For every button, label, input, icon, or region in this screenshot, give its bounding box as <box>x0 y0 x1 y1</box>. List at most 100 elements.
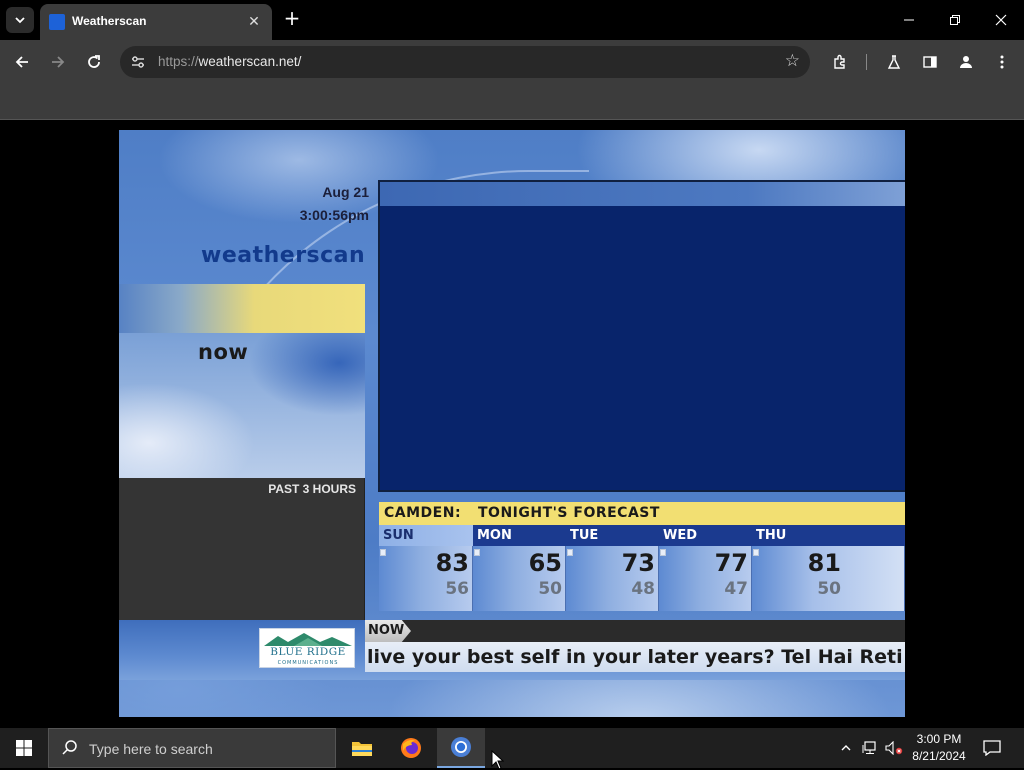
address-bar[interactable]: https://weatherscan.net/ ☆ <box>120 46 810 78</box>
time-display: 3:00:56pm <box>299 207 369 223</box>
sponsor-name: BLUE RIDGE <box>270 646 346 658</box>
reload-button[interactable] <box>82 50 106 74</box>
broken-weather-icon <box>753 549 759 556</box>
weather-channel-favicon-icon <box>49 14 65 30</box>
network-icon <box>862 741 876 754</box>
firefox-icon <box>401 738 421 758</box>
forward-button[interactable] <box>46 50 70 74</box>
browser-tab[interactable]: Weatherscan ✕ <box>40 4 272 40</box>
forecast-city: CAMDEN: <box>384 505 462 521</box>
ticker-header: NOW <box>365 620 905 642</box>
tab-title: Weatherscan <box>72 14 147 28</box>
show-hidden-icons-button[interactable] <box>836 738 856 758</box>
volume-muted-icon <box>885 741 903 755</box>
network-button[interactable] <box>860 738 880 758</box>
close-icon <box>995 14 1007 26</box>
extensions-button[interactable] <box>830 52 850 72</box>
kebab-menu-icon <box>1000 55 1004 69</box>
volume-button[interactable] <box>884 738 904 758</box>
reload-icon <box>88 55 100 68</box>
sponsor-sub: COMMUNICATIONS <box>277 660 339 666</box>
day-header: WED <box>659 525 752 546</box>
date-display: Aug 21 <box>322 184 369 200</box>
low-temp: 50 <box>538 579 562 599</box>
toolbar-divider <box>866 54 867 70</box>
labs-button[interactable] <box>884 52 904 72</box>
forecast-days: SUN 83 56 MON 65 50 TUE 73 48 WED 77 47 … <box>379 525 905 611</box>
side-panel-button[interactable] <box>920 52 940 72</box>
url-scheme: https:// <box>158 54 199 69</box>
restore-button[interactable] <box>940 8 970 32</box>
day-name: MON <box>477 528 512 543</box>
high-temp: 65 <box>528 549 562 577</box>
site-info-button[interactable] <box>128 52 148 72</box>
firefox-button[interactable] <box>387 728 435 768</box>
tune-icon <box>132 56 144 68</box>
tab-close-button[interactable]: ✕ <box>244 12 264 32</box>
close-icon: ✕ <box>248 14 260 30</box>
chrome-button[interactable] <box>437 728 485 768</box>
tab-bar: Weatherscan ✕ + <box>0 0 1024 40</box>
forecast-subtitle: TONIGHT'S FORECAST <box>478 505 660 521</box>
chrome-icon <box>451 737 471 757</box>
menu-button[interactable] <box>992 52 1012 72</box>
past-3-hours-label: PAST 3 HOURS <box>268 482 356 496</box>
day-name: SUN <box>383 528 414 543</box>
high-temp: 77 <box>714 549 748 577</box>
bookmarks-bar <box>0 84 1024 120</box>
forecast-day-wed: WED 77 47 <box>659 525 752 611</box>
windows-logo-icon <box>16 740 32 756</box>
broken-weather-icon <box>474 549 480 556</box>
day-header: MON <box>473 525 566 546</box>
taskbar: Type here to search 3:00 PM 8/21/2024 <box>0 728 1024 768</box>
clock-time: 3:00 PM <box>916 732 962 746</box>
blue-ridge-logo: BLUE RIDGE COMMUNICATIONS <box>259 628 355 668</box>
file-explorer-button[interactable] <box>338 728 386 768</box>
main-panel-header <box>380 182 905 206</box>
day-header: TUE <box>566 525 659 546</box>
page-viewport: Aug 21 3:00:56pm weatherscan now PAST 3 … <box>0 121 1024 718</box>
past-3-hours-panel: PAST 3 HOURS <box>119 478 365 622</box>
forecast-day-thu: THU 81 50 <box>752 525 905 611</box>
day-name: WED <box>663 528 698 543</box>
chevron-up-icon <box>841 745 851 751</box>
now-tag: NOW <box>365 620 411 642</box>
restore-icon <box>950 15 960 25</box>
new-tab-button[interactable]: + <box>281 8 303 30</box>
ticker-text: live your best self in your later years?… <box>367 646 903 668</box>
high-temp: 83 <box>435 549 469 577</box>
broken-weather-icon <box>567 549 573 556</box>
url-host: weatherscan.net/ <box>198 54 302 69</box>
forecast-day-sun: SUN 83 56 <box>379 525 473 611</box>
clock-date: 8/21/2024 <box>912 749 966 763</box>
notification-icon <box>983 740 1001 756</box>
low-temp: 50 <box>817 579 841 599</box>
low-temp: 48 <box>631 579 655 599</box>
browser-toolbar: https://weatherscan.net/ ☆ <box>0 40 1024 84</box>
close-window-button[interactable] <box>986 8 1016 32</box>
weatherscan-logo: weatherscan <box>201 243 366 268</box>
day-name: TUE <box>570 528 599 543</box>
taskbar-search[interactable]: Type here to search <box>48 728 336 768</box>
start-button[interactable] <box>0 728 48 768</box>
side-panel-icon <box>923 56 937 68</box>
back-button[interactable] <box>10 50 34 74</box>
taskbar-clock[interactable]: 3:00 PM 8/21/2024 <box>906 731 972 765</box>
star-icon: ☆ <box>784 51 800 71</box>
minimize-icon <box>904 19 914 21</box>
bookmark-button[interactable]: ☆ <box>785 51 800 71</box>
weatherscan-display: Aug 21 3:00:56pm weatherscan now PAST 3 … <box>119 130 905 717</box>
low-temp: 56 <box>445 579 469 599</box>
arrow-left-icon <box>15 56 28 68</box>
profile-button[interactable] <box>956 52 976 72</box>
forecast-day-tue: TUE 73 48 <box>566 525 659 611</box>
action-center-button[interactable] <box>978 736 1006 760</box>
tab-search-button[interactable] <box>6 7 34 33</box>
mountains-icon <box>264 633 352 646</box>
arrow-right-icon <box>52 56 65 68</box>
minimize-button[interactable] <box>894 8 924 32</box>
person-icon <box>960 56 972 68</box>
high-temp: 81 <box>807 549 841 577</box>
url-text[interactable]: https://weatherscan.net/ <box>158 54 301 69</box>
ticker-bar: live your best self in your later years?… <box>365 642 905 672</box>
